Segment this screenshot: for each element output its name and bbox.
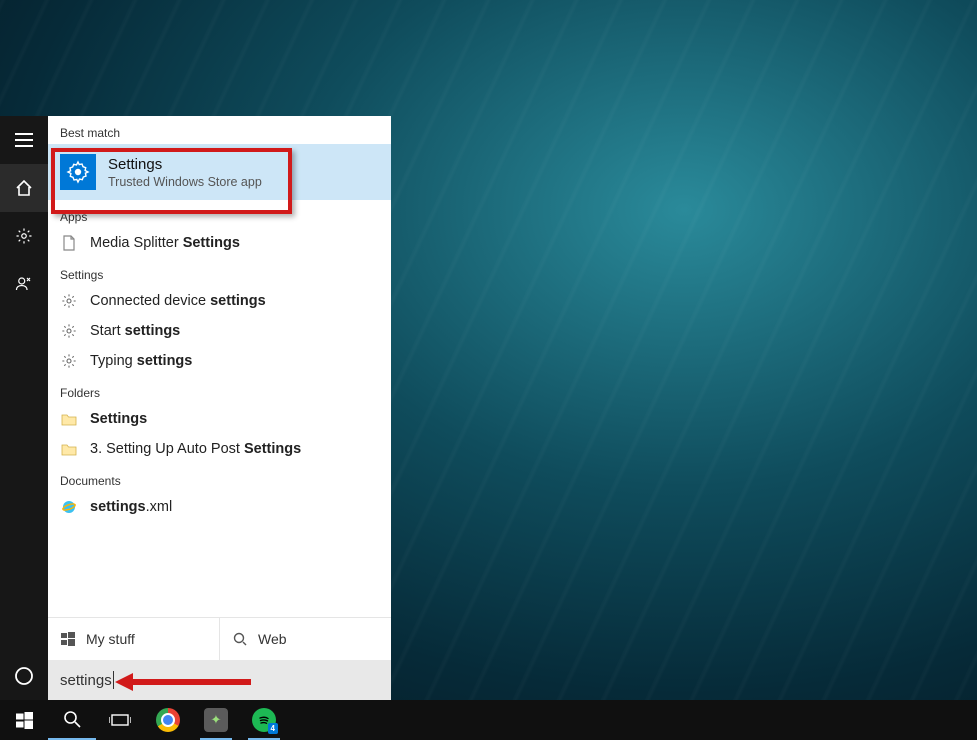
best-match-item[interactable]: Settings Trusted Windows Store app: [48, 144, 391, 200]
search-result-app[interactable]: Media Splitter Settings: [48, 228, 391, 258]
task-view-button[interactable]: [96, 700, 144, 740]
search-result-folder[interactable]: 3. Setting Up Auto Post Settings: [48, 434, 391, 464]
rail-home-button[interactable]: [0, 164, 48, 212]
gear-icon: [60, 352, 78, 370]
taskbar: ✦ 4: [0, 700, 977, 740]
taskbar-app-chrome[interactable]: [144, 700, 192, 740]
search-result-setting[interactable]: Typing settings: [48, 346, 391, 376]
taskbar-app-evernote[interactable]: ✦: [192, 700, 240, 740]
start-button[interactable]: [0, 700, 48, 740]
category-settings: Settings: [48, 258, 391, 286]
search-results-panel: Best match Settings Trusted Windows Stor…: [48, 116, 391, 700]
folder-icon: [60, 440, 78, 458]
result-label: Media Splitter Settings: [90, 235, 379, 251]
rail-feedback-button[interactable]: [0, 260, 48, 308]
search-query-text: settings: [60, 672, 112, 689]
settings-gear-icon: [60, 154, 96, 190]
search-scope-tabs: My stuff Web: [48, 617, 391, 660]
category-documents: Documents: [48, 464, 391, 492]
search-result-document[interactable]: settings.xml: [48, 492, 391, 522]
result-label: Connected device settings: [90, 293, 379, 309]
text-cursor: [113, 671, 114, 689]
gear-icon: [60, 322, 78, 340]
result-label: Settings: [90, 411, 379, 427]
search-result-setting[interactable]: Connected device settings: [48, 286, 391, 316]
chrome-icon: [156, 708, 180, 732]
best-match-subtitle: Trusted Windows Store app: [108, 175, 262, 189]
result-label: Typing settings: [90, 353, 379, 369]
hamburger-button[interactable]: [0, 116, 48, 164]
rail-cortana-button[interactable]: [0, 652, 48, 700]
start-search-flyout: Best match Settings Trusted Windows Stor…: [0, 116, 391, 700]
folder-icon: [60, 410, 78, 428]
start-rail: [0, 116, 48, 700]
result-label: Start settings: [90, 323, 379, 339]
tab-my-stuff[interactable]: My stuff: [48, 618, 219, 660]
gear-icon: [60, 292, 78, 310]
tab-web[interactable]: Web: [219, 618, 391, 660]
ie-icon: [60, 498, 78, 516]
search-input[interactable]: settings: [48, 660, 391, 700]
spotify-badge: 4: [268, 723, 278, 734]
search-result-folder[interactable]: Settings: [48, 404, 391, 434]
taskbar-search-button[interactable]: [48, 700, 96, 740]
document-icon: [60, 234, 78, 252]
rail-settings-button[interactable]: [0, 212, 48, 260]
windows-icon: [60, 631, 76, 647]
spotify-icon: 4: [252, 708, 276, 732]
category-apps: Apps: [48, 200, 391, 228]
result-label: settings.xml: [90, 499, 379, 515]
category-folders: Folders: [48, 376, 391, 404]
best-match-title: Settings: [108, 156, 262, 173]
search-result-setting[interactable]: Start settings: [48, 316, 391, 346]
tab-label: My stuff: [86, 631, 135, 647]
evernote-icon: ✦: [204, 708, 228, 732]
search-icon: [232, 631, 248, 647]
taskbar-app-spotify[interactable]: 4: [240, 700, 288, 740]
tab-label: Web: [258, 631, 287, 647]
result-label: 3. Setting Up Auto Post Settings: [90, 441, 379, 457]
category-best-match: Best match: [48, 116, 391, 144]
